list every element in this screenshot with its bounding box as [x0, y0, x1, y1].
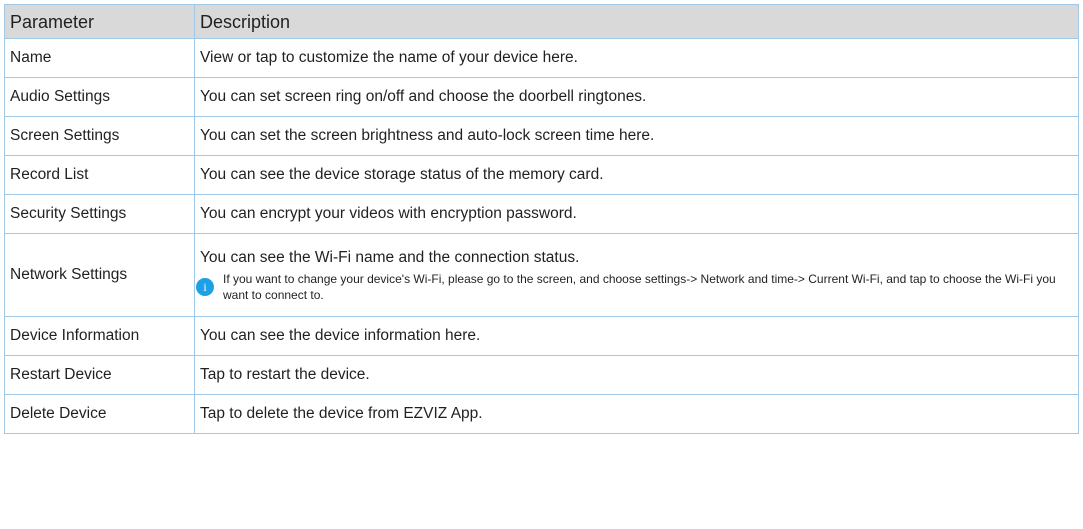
description-text: You can see the Wi-Fi name and the conne… [200, 248, 580, 266]
info-note: i If you want to change your device's Wi… [196, 271, 1078, 303]
parameter-cell: Name [4, 38, 195, 78]
parameter-cell: Record List [4, 155, 195, 195]
table-row-name: Name View or tap to customize the name o… [4, 38, 1079, 78]
parameter-cell: Audio Settings [4, 77, 195, 117]
description-cell: You can encrypt your videos with encrypt… [194, 194, 1079, 234]
table-row-security-settings: Security Settings You can encrypt your v… [4, 194, 1079, 234]
description-cell: View or tap to customize the name of you… [194, 38, 1079, 78]
table-row-device-information: Device Information You can see the devic… [4, 316, 1079, 356]
description-cell: You can see the device information here. [194, 316, 1079, 356]
parameter-cell: Device Information [4, 316, 195, 356]
parameter-table: Parameter Description Name View or tap t… [4, 4, 1079, 434]
description-cell: You can see the Wi-Fi name and the conne… [194, 233, 1079, 317]
info-note-text: If you want to change your device's Wi-F… [223, 271, 1056, 302]
parameter-cell: Delete Device [4, 394, 195, 434]
table-row-record-list: Record List You can see the device stora… [4, 155, 1079, 195]
table-row-restart-device: Restart Device Tap to restart the device… [4, 355, 1079, 395]
parameter-column-header: Parameter [4, 4, 195, 39]
parameter-cell: Screen Settings [4, 116, 195, 156]
parameter-cell: Network Settings [4, 233, 195, 317]
parameter-cell: Security Settings [4, 194, 195, 234]
description-cell: You can set the screen brightness and au… [194, 116, 1079, 156]
table-row-delete-device: Delete Device Tap to delete the device f… [4, 394, 1079, 434]
info-icon: i [196, 277, 214, 296]
table-row-network-settings: Network Settings You can see the Wi-Fi n… [4, 233, 1079, 317]
table-row-audio-settings: Audio Settings You can set screen ring o… [4, 77, 1079, 117]
description-cell: You can set screen ring on/off and choos… [194, 77, 1079, 117]
description-cell: Tap to delete the device from EZVIZ App. [194, 394, 1079, 434]
parameter-cell: Restart Device [4, 355, 195, 395]
table-row-screen-settings: Screen Settings You can set the screen b… [4, 116, 1079, 156]
table-header-row: Parameter Description [4, 4, 1079, 39]
description-column-header: Description [194, 4, 1079, 39]
description-cell: Tap to restart the device. [194, 355, 1079, 395]
description-cell: You can see the device storage status of… [194, 155, 1079, 195]
